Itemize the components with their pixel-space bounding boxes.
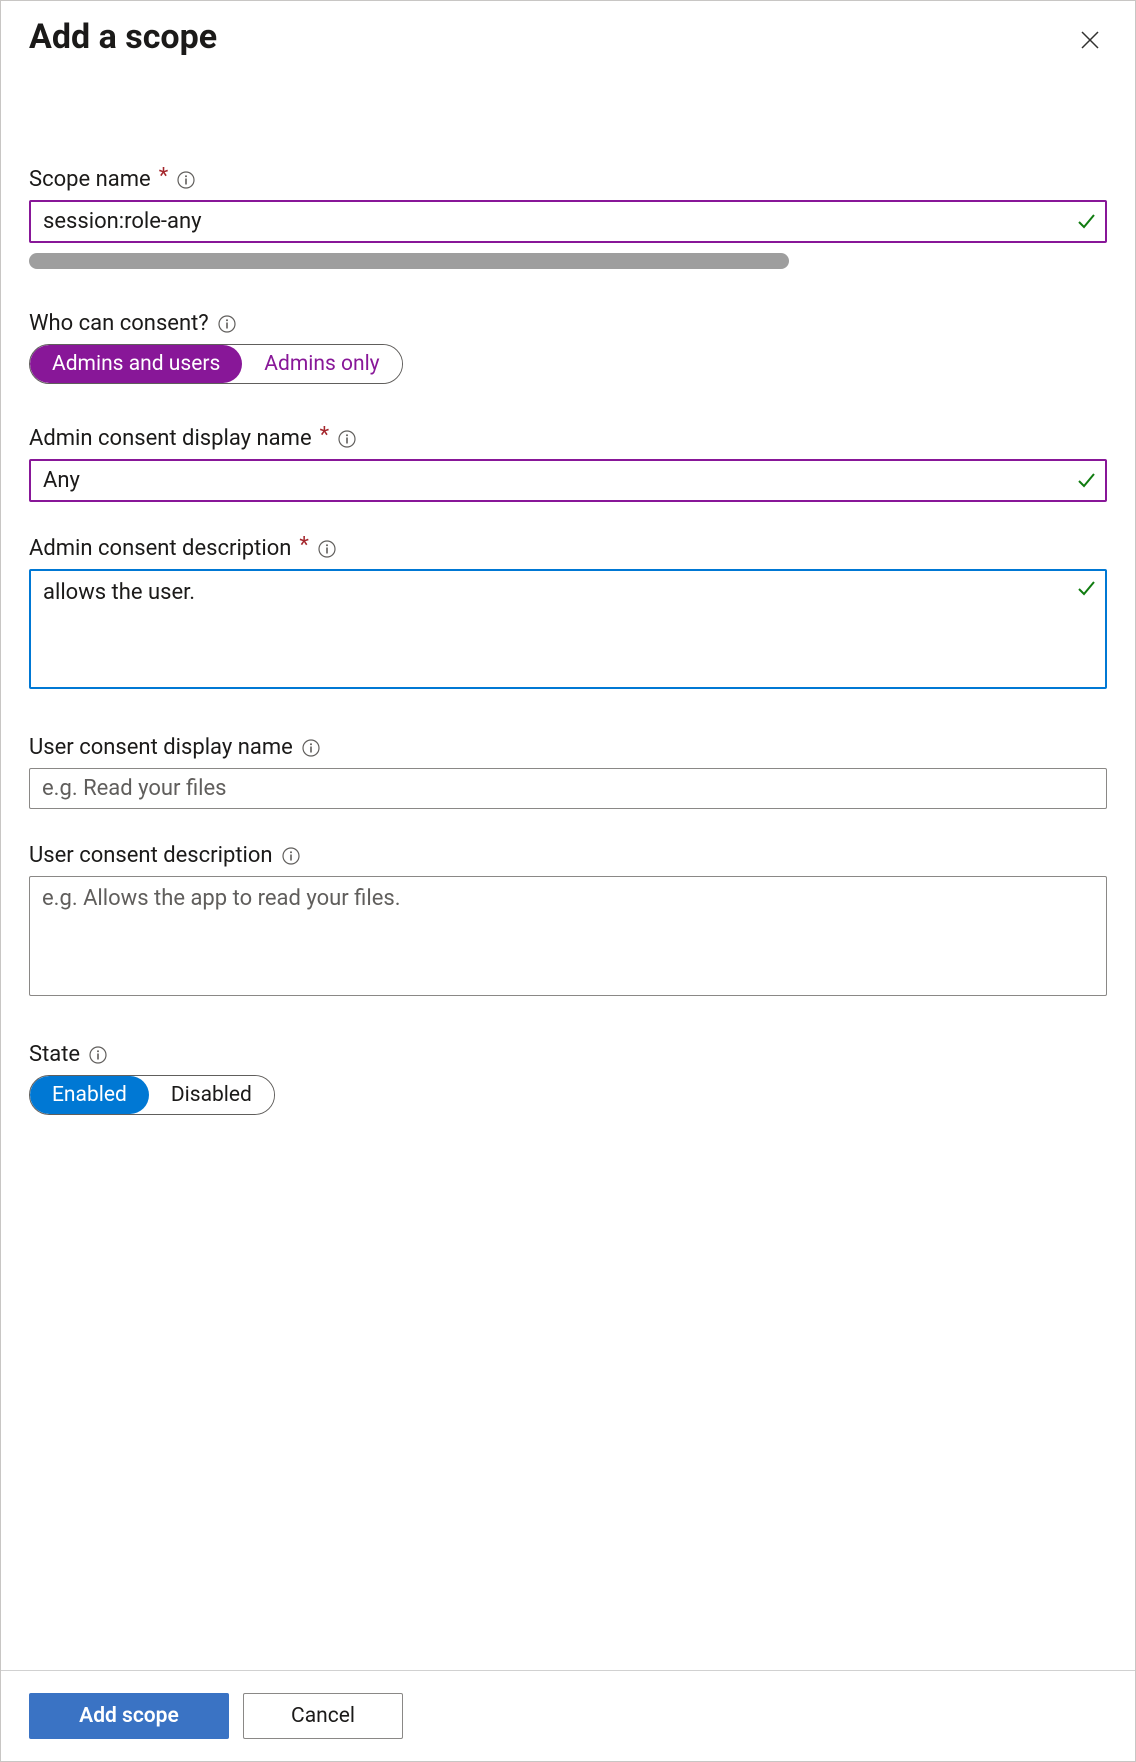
admin-consent-description-field: Admin consent description * bbox=[29, 536, 1107, 693]
consent-option-admins-and-users[interactable]: Admins and users bbox=[30, 345, 242, 383]
state-field: State Enabled Disabled bbox=[29, 1042, 1107, 1115]
close-button[interactable] bbox=[1073, 23, 1107, 57]
close-icon bbox=[1079, 29, 1101, 51]
who-can-consent-toggle: Admins and users Admins only bbox=[29, 344, 403, 384]
info-icon[interactable] bbox=[317, 539, 337, 559]
add-scope-button[interactable]: Add scope bbox=[29, 1693, 229, 1739]
info-icon[interactable] bbox=[301, 738, 321, 758]
cancel-button[interactable]: Cancel bbox=[243, 1693, 403, 1739]
user-consent-display-name-input[interactable] bbox=[29, 768, 1107, 809]
panel-header: Add a scope bbox=[1, 1, 1135, 57]
panel-footer: Add scope Cancel bbox=[1, 1670, 1135, 1761]
panel-title: Add a scope bbox=[29, 17, 217, 57]
user-consent-description-input[interactable] bbox=[29, 876, 1107, 996]
state-option-disabled[interactable]: Disabled bbox=[149, 1076, 274, 1114]
add-scope-panel: Add a scope Scope name * bbox=[0, 0, 1136, 1762]
required-indicator: * bbox=[159, 164, 168, 189]
info-icon[interactable] bbox=[281, 846, 301, 866]
required-indicator: * bbox=[299, 533, 308, 558]
panel-content: Scope name * Who can consent? bbox=[1, 57, 1135, 1670]
info-icon[interactable] bbox=[88, 1045, 108, 1065]
admin-consent-display-name-label: Admin consent display name bbox=[29, 426, 312, 451]
redacted-helper-text bbox=[29, 253, 789, 269]
scope-name-label: Scope name bbox=[29, 167, 151, 192]
who-can-consent-label: Who can consent? bbox=[29, 311, 209, 336]
info-icon[interactable] bbox=[217, 314, 237, 334]
info-icon[interactable] bbox=[176, 170, 196, 190]
state-option-enabled[interactable]: Enabled bbox=[30, 1076, 149, 1114]
user-consent-description-label: User consent description bbox=[29, 843, 273, 868]
info-icon[interactable] bbox=[337, 429, 357, 449]
admin-consent-display-name-field: Admin consent display name * bbox=[29, 426, 1107, 502]
state-label: State bbox=[29, 1042, 80, 1067]
admin-consent-description-label: Admin consent description bbox=[29, 536, 291, 561]
admin-consent-description-input[interactable] bbox=[29, 569, 1107, 689]
consent-option-admins-only[interactable]: Admins only bbox=[242, 345, 401, 383]
required-indicator: * bbox=[320, 423, 329, 448]
state-toggle: Enabled Disabled bbox=[29, 1075, 275, 1115]
scope-name-input[interactable] bbox=[29, 200, 1107, 243]
scope-name-field: Scope name * bbox=[29, 167, 1107, 269]
user-consent-display-name-field: User consent display name bbox=[29, 735, 1107, 809]
admin-consent-display-name-input[interactable] bbox=[29, 459, 1107, 502]
who-can-consent-field: Who can consent? Admins and users Admins… bbox=[29, 311, 1107, 384]
user-consent-display-name-label: User consent display name bbox=[29, 735, 293, 760]
user-consent-description-field: User consent description bbox=[29, 843, 1107, 1000]
